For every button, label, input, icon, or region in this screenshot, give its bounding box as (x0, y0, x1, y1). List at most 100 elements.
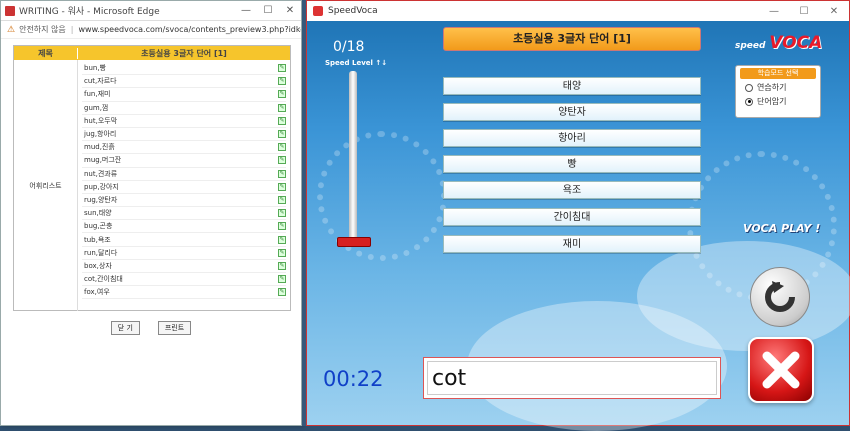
app-maximize-button[interactable]: ☐ (789, 6, 819, 17)
app-close-button[interactable]: ✕ (819, 6, 849, 17)
url-text[interactable]: www.speedvoca.com/svoca/contents_preview… (78, 25, 301, 34)
address-separator: | (70, 25, 74, 34)
list-item: fox,여우 ✎ (82, 286, 286, 300)
answer-choice[interactable]: 태양 (443, 77, 701, 95)
address-bar[interactable]: ⚠ 안전하지 않음 | www.speedvoca.com/svoca/cont… (1, 21, 301, 39)
radio-memorize[interactable] (745, 97, 753, 106)
row-label: 어휘리스트 (14, 60, 78, 311)
edge-titlebar: WRITING - 워사 - Microsoft Edge — ☐ ✕ (1, 1, 301, 21)
study-mode-title: 학습모드 선택 (740, 68, 816, 79)
answer-choice[interactable]: 재미 (443, 235, 701, 253)
minimize-button[interactable]: — (235, 5, 257, 16)
edit-icon[interactable]: ✎ (278, 143, 286, 152)
list-item: bug,곤충 ✎ (82, 220, 286, 234)
word-entry: cot,간이침대 (84, 275, 123, 284)
word-entry: tub,욕조 (84, 235, 111, 244)
word-entry: fun,재미 (84, 90, 111, 99)
speedvoca-window: SpeedVoca — ☐ ✕ 0/18 Speed Level ↑↓ 초등실용… (306, 0, 850, 431)
app-logo-icon (313, 6, 323, 16)
word-entry: box,상자 (84, 261, 112, 270)
list-item: jug,항아리 ✎ (82, 128, 286, 142)
mode-option-memorize[interactable]: 단어암기 (745, 96, 820, 107)
list-item: nut,견과류 ✎ (82, 168, 286, 181)
progress-counter: 0/18 (333, 39, 365, 55)
quit-button[interactable] (748, 337, 814, 403)
countdown-timer: 00:22 (323, 367, 384, 391)
panel-buttons: 닫 기 프린트 (1, 321, 301, 335)
mode-option-practice[interactable]: 연습하기 (745, 82, 820, 93)
edge-window-title: WRITING - 워사 - Microsoft Edge (19, 7, 160, 17)
speed-slider-handle[interactable] (337, 237, 371, 247)
edit-icon[interactable]: ✎ (278, 156, 286, 165)
edit-icon[interactable]: ✎ (278, 288, 286, 297)
col-header-title: 제목 (14, 47, 78, 59)
answer-choice[interactable]: 양탄자 (443, 103, 701, 121)
edit-icon[interactable]: ✎ (278, 209, 286, 218)
word-list: bun,빵 ✎ cut,자르다 ✎ fun,재미 ✎ gum,껌 ✎ hut,오두막 ✎ … (78, 60, 290, 311)
word-entry: pup,강아지 (84, 182, 119, 191)
word-entry: jug,항아리 (84, 130, 117, 139)
close-list-button[interactable]: 닫 기 (110, 321, 140, 335)
list-item: mud,진흙 ✎ (82, 141, 286, 155)
edit-icon[interactable]: ✎ (278, 90, 286, 99)
logo-small-text: speed (735, 41, 766, 51)
edit-icon[interactable]: ✎ (278, 275, 286, 284)
edit-icon[interactable]: ✎ (278, 222, 286, 231)
list-item: rug,양탄자 ✎ (82, 194, 286, 208)
edit-icon[interactable]: ✎ (278, 116, 286, 125)
edit-icon[interactable]: ✎ (278, 169, 286, 178)
word-entry: bug,곤충 (84, 222, 113, 231)
warning-icon: ⚠ (7, 24, 16, 35)
word-entry: mud,진흙 (84, 143, 115, 152)
list-item: gum,껌 ✎ (82, 102, 286, 115)
radio-practice[interactable] (745, 83, 753, 92)
answer-input[interactable] (427, 361, 717, 395)
table-header: 제목 초등실용 3글자 단어 [1] (14, 46, 290, 60)
list-item: pup,강아지 ✎ (82, 181, 286, 194)
word-entry: nut,견과류 (84, 169, 118, 178)
security-label: 안전하지 않음 (19, 25, 66, 34)
word-set-title: 초등실용 3글자 단어 [1] (443, 27, 701, 51)
word-entry: cut,자르다 (84, 77, 117, 86)
study-mode-panel: 학습모드 선택 연습하기 단어암기 (735, 65, 821, 118)
speedvoca-logo: speed VOCA (735, 33, 822, 53)
mode-option-label: 단어암기 (757, 97, 787, 106)
answer-choice[interactable]: 항아리 (443, 129, 701, 147)
app-minimize-button[interactable]: — (759, 6, 789, 17)
edit-icon[interactable]: ✎ (278, 182, 286, 191)
list-item: run,달리다 ✎ (82, 247, 286, 260)
replay-button[interactable] (750, 267, 810, 327)
word-entry: sun,태양 (84, 209, 112, 218)
speed-slider-track[interactable] (349, 71, 357, 243)
answer-choice[interactable]: 간이침대 (443, 208, 701, 226)
voca-play-label: VOCA PLAY ! (743, 222, 821, 235)
app-title: SpeedVoca (328, 6, 378, 16)
table-body: 어휘리스트 bun,빵 ✎ cut,자르다 ✎ fun,재미 ✎ gum,껌 ✎ hut… (14, 60, 290, 311)
word-entry: rug,양탄자 (84, 195, 118, 204)
edit-icon[interactable]: ✎ (278, 261, 286, 270)
answer-choice[interactable]: 빵 (443, 155, 701, 173)
close-window-button[interactable]: ✕ (279, 5, 301, 16)
mode-option-label: 연습하기 (757, 83, 787, 92)
word-entry: fox,여우 (84, 288, 110, 297)
list-item: cot,간이침대 ✎ (82, 273, 286, 287)
edge-window: WRITING - 워사 - Microsoft Edge — ☐ ✕ ⚠ 안전… (0, 0, 302, 426)
edit-icon[interactable]: ✎ (278, 64, 286, 73)
edit-icon[interactable]: ✎ (278, 248, 286, 257)
edit-icon[interactable]: ✎ (278, 235, 286, 244)
list-item: fun,재미 ✎ (82, 88, 286, 102)
list-item: box,상자 ✎ (82, 260, 286, 273)
maximize-button[interactable]: ☐ (257, 5, 279, 16)
edit-icon[interactable]: ✎ (278, 195, 286, 204)
edge-favicon-icon (5, 5, 15, 16)
answer-choice[interactable]: 욕조 (443, 181, 701, 199)
edit-icon[interactable]: ✎ (278, 130, 286, 139)
list-item: bun,빵 ✎ (82, 62, 286, 76)
col-header-set-name: 초등실용 3글자 단어 [1] (141, 48, 227, 58)
answer-box (423, 357, 721, 399)
edit-icon[interactable]: ✎ (278, 103, 286, 112)
list-item: tub,욕조 ✎ (82, 233, 286, 247)
print-button[interactable]: 프린트 (157, 321, 192, 335)
edit-icon[interactable]: ✎ (278, 77, 286, 86)
word-entry: gum,껌 (84, 103, 109, 112)
